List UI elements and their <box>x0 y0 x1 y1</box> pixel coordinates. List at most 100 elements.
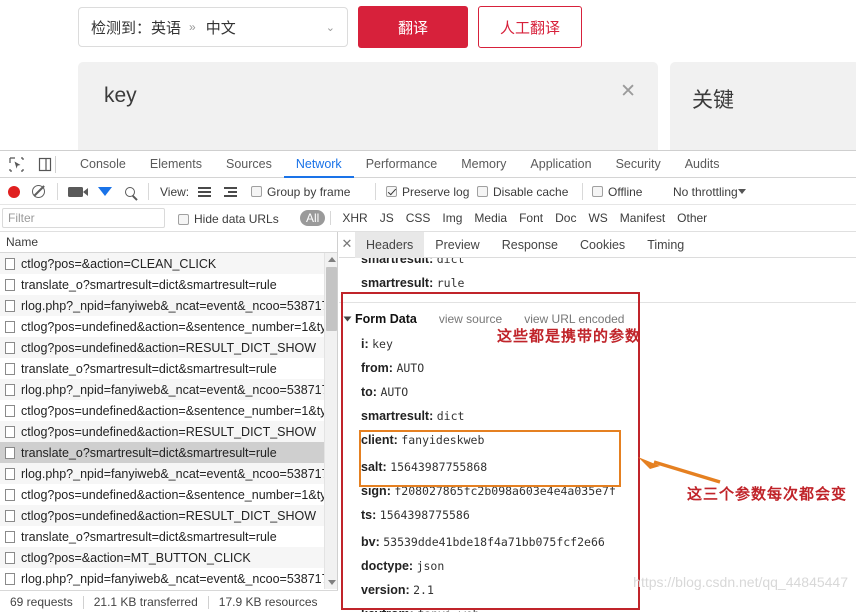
table-row[interactable]: rlog.php?_npid=fanyiweb&_ncat=event&_nco… <box>0 379 337 400</box>
view-source-link[interactable]: view source <box>439 308 502 330</box>
record-button[interactable] <box>8 182 20 201</box>
form-value: 2.1 <box>413 583 434 597</box>
form-key: salt: <box>361 460 387 474</box>
filter-type-font[interactable]: Font <box>513 210 549 226</box>
clear-icon[interactable]: ✕ <box>620 82 636 101</box>
document-icon <box>5 383 15 396</box>
tabstrip-divider <box>55 156 56 173</box>
tab-response[interactable]: Response <box>491 232 569 258</box>
view-label: View: <box>160 184 190 199</box>
table-row[interactable]: ctlog?pos=undefined&action=RESULT_DICT_S… <box>0 505 337 526</box>
tab-preview[interactable]: Preview <box>424 232 490 258</box>
filter-type-other[interactable]: Other <box>671 210 713 226</box>
disable-cache-checkbox[interactable]: Disable cache <box>477 182 568 201</box>
tab-elements[interactable]: Elements <box>138 151 214 178</box>
document-icon <box>5 362 15 375</box>
tab-network[interactable]: Network <box>284 151 354 178</box>
group-by-frame-label: Group by frame <box>267 184 351 199</box>
document-icon <box>5 446 15 459</box>
screenshot-root: 检测到：英语 » 中文 ⌄ 翻译 人工翻译 key ✕ 关键 Console E… <box>0 0 856 612</box>
tab-application[interactable]: Application <box>518 151 603 178</box>
scroll-down-icon[interactable] <box>328 580 336 585</box>
table-row[interactable]: ctlog?pos=undefined&action=&sentence_num… <box>0 400 337 421</box>
scroll-up-icon[interactable] <box>328 257 336 262</box>
target-text-value: 关键 <box>692 89 734 112</box>
tab-sources[interactable]: Sources <box>214 151 284 178</box>
language-selector[interactable]: 检测到：英语 » 中文 ⌄ <box>78 7 348 47</box>
table-row[interactable]: ctlog?pos=&action=MT_BUTTON_CLICK <box>0 547 337 568</box>
filter-type-all[interactable]: All <box>300 210 326 226</box>
query-param-row: smartresult: dict <box>361 258 856 271</box>
document-icon <box>5 404 15 417</box>
table-row-selected[interactable]: translate_o?smartresult=dict&smartresult… <box>0 442 337 463</box>
list-view-icon <box>198 186 211 197</box>
table-row[interactable]: translate_o?smartresult=dict&smartresult… <box>0 526 337 547</box>
table-row[interactable]: ctlog?pos=undefined&action=RESULT_DICT_S… <box>0 421 337 442</box>
group-by-frame-checkbox[interactable]: Group by frame <box>251 182 350 201</box>
hide-data-urls-checkbox[interactable]: Hide data URLs <box>178 212 279 226</box>
filter-input[interactable] <box>2 208 165 228</box>
request-list-column-header[interactable]: Name <box>0 232 337 253</box>
table-row[interactable]: rlog.php?_npid=fanyiweb&_ncat=event&_nco… <box>0 568 337 589</box>
tab-console[interactable]: Console <box>68 151 138 178</box>
preserve-log-checkbox[interactable]: Preserve log <box>386 182 469 201</box>
form-key: doctype: <box>361 559 414 573</box>
large-rows-view-button[interactable] <box>198 182 211 201</box>
control-divider-2 <box>148 183 149 200</box>
tab-performance[interactable]: Performance <box>354 151 450 178</box>
table-row[interactable]: translate_o?smartresult=dict&smartresult… <box>0 358 337 379</box>
request-name: ctlog?pos=undefined&action=RESULT_DICT_S… <box>21 424 317 439</box>
filter-toggle-button[interactable] <box>98 182 112 209</box>
filter-type-img[interactable]: Img <box>436 210 468 226</box>
filter-type-media[interactable]: Media <box>468 210 513 226</box>
filter-type-js[interactable]: JS <box>374 210 400 226</box>
human-translate-button[interactable]: 人工翻译 <box>478 6 582 48</box>
tab-timing[interactable]: Timing <box>636 232 695 258</box>
form-key: client: <box>361 433 398 447</box>
request-name: translate_o?smartresult=dict&smartresult… <box>21 361 277 376</box>
filter-type-manifest[interactable]: Manifest <box>614 210 671 226</box>
tab-security[interactable]: Security <box>604 151 673 178</box>
search-button[interactable] <box>125 182 135 201</box>
throttling-select[interactable]: No throttling <box>673 182 738 201</box>
inspect-element-icon[interactable] <box>6 154 26 174</box>
table-row[interactable]: ctlog?pos=undefined&action=RESULT_DICT_S… <box>0 337 337 358</box>
translate-button[interactable]: 翻译 <box>358 6 468 48</box>
table-row[interactable]: rlog.php?_npid=fanyiweb&_ncat=event&_nco… <box>0 463 337 484</box>
tab-headers[interactable]: Headers <box>355 232 425 258</box>
filter-type-xhr[interactable]: XHR <box>336 210 373 226</box>
document-icon <box>5 299 15 312</box>
scrollbar-thumb[interactable] <box>326 267 337 331</box>
document-icon <box>5 551 15 564</box>
close-icon[interactable]: ✕ <box>339 237 355 252</box>
camera-icon <box>68 186 88 197</box>
filter-type-ws[interactable]: WS <box>582 210 613 226</box>
tab-cookies[interactable]: Cookies <box>569 232 636 258</box>
table-row[interactable]: translate_o?smartresult=dict&smartresult… <box>0 274 337 295</box>
throttling-dropdown-button[interactable] <box>738 182 746 201</box>
table-row[interactable]: ctlog?pos=undefined&action=&sentence_num… <box>0 316 337 337</box>
document-icon <box>5 278 15 291</box>
source-text-area[interactable]: key ✕ <box>78 62 658 150</box>
language-toolbar: 检测到：英语 » 中文 ⌄ 翻译 人工翻译 <box>78 6 582 48</box>
clear-button[interactable] <box>32 182 45 201</box>
filter-type-css[interactable]: CSS <box>400 210 437 226</box>
document-icon <box>5 572 15 585</box>
watermark-text: https://blog.csdn.net/qq_44845447 <box>633 574 848 590</box>
checkbox-box-checked <box>386 186 397 197</box>
filter-type-doc[interactable]: Doc <box>549 210 582 226</box>
request-name: ctlog?pos=&action=MT_BUTTON_CLICK <box>21 550 251 565</box>
waterfall-view-button[interactable] <box>224 182 237 201</box>
caret-expanded-icon[interactable] <box>343 316 352 322</box>
table-row[interactable]: ctlog?pos=&action=CLEAN_CLICK <box>0 253 337 274</box>
request-list-scrollbar[interactable] <box>324 253 337 589</box>
tab-memory[interactable]: Memory <box>449 151 518 178</box>
resources-size: 17.9 KB resources <box>218 595 318 609</box>
table-row[interactable]: ctlog?pos=undefined&action=&sentence_num… <box>0 484 337 505</box>
offline-checkbox[interactable]: Offline <box>592 182 642 201</box>
table-row[interactable]: rlog.php?_npid=fanyiweb&_ncat=event&_nco… <box>0 295 337 316</box>
tab-audits[interactable]: Audits <box>673 151 732 178</box>
capture-screenshots-button[interactable] <box>68 182 88 201</box>
network-filter-row: Hide data URLs All XHR JS CSS Img Media … <box>0 205 856 232</box>
device-toolbar-icon[interactable] <box>35 154 55 174</box>
